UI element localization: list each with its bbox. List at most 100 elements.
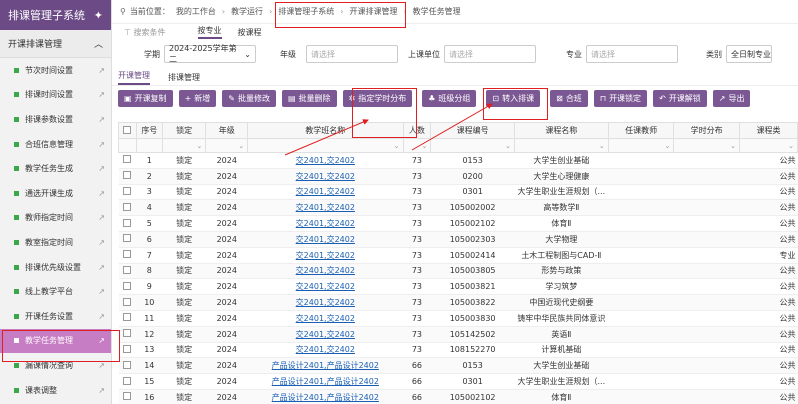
sidebar-item[interactable]: 合班信息管理 ↗ bbox=[0, 132, 111, 157]
table-row[interactable]: 5 锁定 2024 交2401,交2402 73 105002102 体育Ⅱ 公共 bbox=[118, 215, 798, 232]
row-checkbox[interactable] bbox=[118, 168, 137, 185]
row-class-link[interactable]: 交2401,交2402 bbox=[296, 314, 355, 323]
row-class-link[interactable]: 交2401,交2402 bbox=[296, 282, 355, 291]
chevron-down-icon[interactable]: ⌄ bbox=[205, 138, 249, 153]
tab-by-course[interactable]: 按课程 bbox=[238, 27, 262, 38]
row-checkbox[interactable] bbox=[118, 152, 137, 169]
row-class-link[interactable]: 交2401,交2402 bbox=[296, 156, 355, 165]
row-class-link[interactable]: 交2401,交2402 bbox=[296, 203, 355, 212]
row-class-link[interactable]: 交2401,交2402 bbox=[296, 172, 355, 181]
merge-class-button[interactable]: ⊠ 合班 bbox=[550, 89, 588, 107]
row-class-link[interactable]: 交2401,交2402 bbox=[296, 251, 355, 260]
row-checkbox[interactable] bbox=[118, 231, 137, 248]
pin-icon[interactable]: ✦ bbox=[94, 9, 103, 22]
row-class-link[interactable]: 交2401,交2402 bbox=[296, 266, 355, 275]
sidebar-item[interactable]: 节次时间设置 ↗ bbox=[0, 58, 111, 83]
sidebar-item[interactable]: 排课优先级设置 ↗ bbox=[0, 255, 111, 280]
class-group-button[interactable]: ♣ 班级分组 bbox=[422, 89, 477, 107]
table-row[interactable]: 8 锁定 2024 交2401,交2402 73 105003805 形势与政策 公共 bbox=[118, 263, 798, 280]
select-all-checkbox[interactable] bbox=[118, 122, 137, 139]
table-row[interactable]: 13 锁定 2024 交2401,交2402 73 108152270 计算机基础 公共 bbox=[118, 342, 798, 359]
row-checkbox[interactable] bbox=[118, 294, 137, 311]
lock-course-button[interactable]: ⊓ 开课锁定 bbox=[593, 89, 648, 107]
tab-by-major[interactable]: 按专业 bbox=[197, 25, 222, 39]
row-checkbox[interactable] bbox=[118, 342, 137, 359]
unlock-course-button[interactable]: ↶ 开课解锁 bbox=[653, 89, 707, 107]
tab-course-management[interactable]: 开课管理 bbox=[118, 70, 150, 85]
row-class-link[interactable]: 交2401,交2402 bbox=[296, 219, 355, 228]
row-class-link[interactable]: 交2401,交2402 bbox=[296, 235, 355, 244]
sidebar-item[interactable]: 教学任务生成 ↗ bbox=[0, 156, 111, 181]
row-class-link[interactable]: 交2401,交2402 bbox=[296, 330, 355, 339]
chevron-down-icon[interactable]: ⌄ bbox=[513, 138, 609, 153]
chevron-down-icon[interactable]: ⌄ bbox=[607, 138, 675, 153]
table-row[interactable]: 10 锁定 2024 交2401,交2402 73 105003822 中国近现代史纲要 公共 bbox=[118, 294, 798, 311]
row-checkbox[interactable] bbox=[118, 357, 137, 375]
breadcrumb-item[interactable]: 教学任务管理 bbox=[413, 6, 461, 17]
table-row[interactable]: 15 锁定 2024 产品设计2401,产品设计2402 66 0301 大学生职业生涯规划… bbox=[118, 373, 798, 390]
chevron-down-icon[interactable]: ⌄ bbox=[161, 138, 207, 153]
table-row[interactable]: 6 锁定 2024 交2401,交2402 73 105002303 大学物理 公共 bbox=[118, 231, 798, 248]
semester-select[interactable]: 2024-2025学年第二 ⌄ bbox=[164, 44, 256, 64]
col-hours[interactable]: 学时分布 bbox=[673, 122, 740, 139]
chevron-down-icon[interactable]: ⌄ bbox=[738, 138, 798, 153]
breadcrumb-item[interactable]: 教学运行 bbox=[231, 6, 263, 17]
category-select[interactable]: 全日制专业 bbox=[726, 45, 772, 63]
chevron-down-icon[interactable]: ⌄ bbox=[673, 138, 740, 153]
table-row[interactable]: 14 锁定 2024 产品设计2401,产品设计2402 66 0153 大学生创业基础 公共 bbox=[118, 357, 798, 375]
row-class-link[interactable]: 交2401,交2402 bbox=[296, 298, 355, 307]
row-checkbox[interactable] bbox=[118, 215, 137, 232]
unit-select[interactable]: 请选择 bbox=[444, 45, 536, 63]
breadcrumb-item[interactable]: 我的工作台 bbox=[176, 6, 216, 17]
col-course-type[interactable]: 课程类 bbox=[738, 122, 798, 139]
row-checkbox[interactable] bbox=[118, 373, 137, 390]
table-row[interactable]: 16 锁定 2024 产品设计2401,产品设计2402 66 105002102 体育Ⅱ 公… bbox=[118, 389, 798, 404]
row-class-link[interactable]: 产品设计2401,产品设计2402 bbox=[272, 393, 379, 402]
sidebar-item[interactable]: 排课时间设置 ↗ bbox=[0, 83, 111, 108]
chevron-down-icon[interactable]: ⌄ bbox=[247, 138, 404, 153]
row-checkbox[interactable] bbox=[118, 310, 137, 327]
copy-course-button[interactable]: ▣ 开课复制 bbox=[118, 89, 173, 107]
sidebar-item[interactable]: 线上教学平台 ↗ bbox=[0, 279, 111, 304]
sidebar-item[interactable]: 教室指定时间 ↗ bbox=[0, 230, 111, 255]
col-course-name[interactable]: 课程名称 bbox=[513, 122, 609, 139]
batch-delete-button[interactable]: ▤ 批量删除 bbox=[281, 89, 337, 107]
sidebar-item[interactable]: 排课参数设置 ↗ bbox=[0, 107, 111, 132]
row-class-link[interactable]: 交2401,交2402 bbox=[296, 187, 355, 196]
chevron-down-icon[interactable]: ⌄ bbox=[402, 138, 432, 153]
row-checkbox[interactable] bbox=[118, 389, 137, 404]
row-class-link[interactable]: 产品设计2401,产品设计2402 bbox=[272, 377, 379, 386]
major-select[interactable]: 请选择 bbox=[586, 45, 678, 63]
row-class-link[interactable]: 交2401,交2402 bbox=[296, 345, 355, 354]
grade-select[interactable]: 请选择 bbox=[306, 45, 398, 63]
sidebar-item[interactable]: 通选开课生成 ↗ bbox=[0, 181, 111, 206]
batch-edit-button[interactable]: ✎ 批量修改 bbox=[222, 89, 276, 107]
tab-scheduling-management[interactable]: 排课管理 bbox=[168, 72, 200, 85]
row-checkbox[interactable] bbox=[118, 247, 137, 264]
sidebar-item[interactable]: 教师指定时间 ↗ bbox=[0, 206, 111, 231]
table-row[interactable]: 12 锁定 2024 交2401,交2402 73 105142502 英语Ⅱ 公共 bbox=[118, 326, 798, 343]
row-checkbox[interactable] bbox=[118, 278, 137, 296]
row-checkbox[interactable] bbox=[118, 263, 137, 280]
export-button[interactable]: ↗ 导出 bbox=[712, 89, 751, 107]
table-row[interactable]: 4 锁定 2024 交2401,交2402 73 105002002 高等数学Ⅱ 公共 bbox=[118, 199, 798, 217]
table-row[interactable]: 2 锁定 2024 交2401,交2402 73 0200 大学生心理健康 公共 bbox=[118, 168, 798, 185]
table-row[interactable]: 1 锁定 2024 交2401,交2402 73 0153 大学生创业基础 公共 bbox=[118, 152, 798, 169]
col-teacher[interactable]: 任课教师 bbox=[607, 122, 675, 139]
table-row[interactable]: 9 锁定 2024 交2401,交2402 73 105003821 学习筑梦 公共 bbox=[118, 278, 798, 296]
table-row[interactable]: 11 锁定 2024 交2401,交2402 73 105003830 铸牢中华民族共同体意… bbox=[118, 310, 798, 327]
sidebar-group[interactable]: 开课排课管理 ︿ bbox=[0, 30, 111, 58]
row-class-link[interactable]: 产品设计2401,产品设计2402 bbox=[272, 361, 379, 370]
col-course-code[interactable]: 课程编号 bbox=[430, 122, 515, 139]
sidebar-item[interactable]: 开课任务设置 ↗ bbox=[0, 304, 111, 329]
row-checkbox[interactable] bbox=[118, 199, 137, 217]
row-checkbox[interactable] bbox=[118, 326, 137, 343]
col-lock[interactable]: 锁定 bbox=[161, 122, 207, 139]
col-grade[interactable]: 年级 bbox=[205, 122, 249, 139]
table-row[interactable]: 7 锁定 2024 交2401,交2402 73 105002414 土木工程制图与CAD-… bbox=[118, 247, 798, 264]
chevron-down-icon[interactable]: ⌄ bbox=[430, 138, 515, 153]
row-checkbox[interactable] bbox=[118, 184, 137, 201]
table-row[interactable]: 3 锁定 2024 交2401,交2402 73 0301 大学生职业生涯规划（... 公共 bbox=[118, 184, 798, 201]
add-button[interactable]: + 新增 bbox=[178, 89, 217, 107]
sidebar-item[interactable]: 课表调整 ↗ bbox=[0, 378, 111, 403]
